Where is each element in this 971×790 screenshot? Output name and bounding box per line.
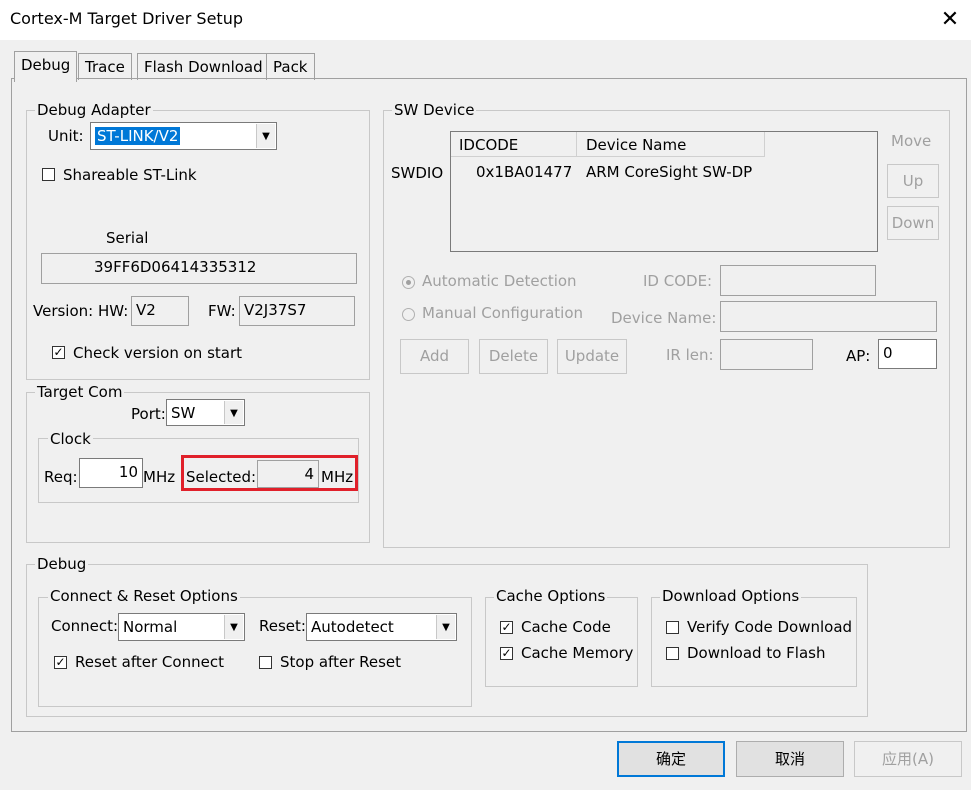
- ok-button[interactable]: 确定: [617, 741, 725, 777]
- debug-section-legend: Debug: [35, 555, 89, 573]
- serial-value: 39FF6D06414335312: [94, 258, 257, 276]
- sw-device-legend: SW Device: [392, 101, 477, 119]
- cache-memory-label: Cache Memory: [521, 644, 634, 662]
- row-device-name: ARM CoreSight SW-DP: [586, 163, 753, 181]
- clock-legend: Clock: [48, 430, 93, 448]
- manual-config-radio[interactable]: [402, 308, 415, 321]
- apply-button[interactable]: 应用(A): [854, 741, 962, 777]
- ir-len-input[interactable]: [720, 339, 813, 370]
- req-value: 10: [118, 463, 138, 481]
- verify-download-checkbox[interactable]: [666, 621, 679, 634]
- req-input[interactable]: 10: [79, 458, 143, 488]
- ap-label: AP:: [846, 347, 871, 365]
- unit-value: ST-LINK/V2: [95, 127, 181, 145]
- update-button[interactable]: Update: [557, 339, 627, 374]
- window-title: Cortex-M Target Driver Setup: [10, 9, 243, 28]
- connect-select[interactable]: Normal ▼: [118, 613, 245, 641]
- selected-unit: MHz: [321, 468, 354, 486]
- col-header-idcode[interactable]: IDCODE: [451, 132, 577, 157]
- chevron-down-icon: ▼: [224, 615, 243, 639]
- tab-trace[interactable]: Trace: [78, 53, 132, 80]
- table-row[interactable]: 0x1BA01477 ARM CoreSight SW-DP: [451, 160, 877, 184]
- version-hw-field: V2: [131, 296, 189, 326]
- verify-download-label: Verify Code Download: [687, 618, 853, 636]
- auto-detect-radio[interactable]: [402, 276, 415, 289]
- req-label: Req:: [44, 468, 78, 486]
- close-icon[interactable]: ✕: [936, 6, 964, 34]
- col-header-device-name[interactable]: Device Name: [577, 132, 765, 157]
- stop-after-reset-checkbox[interactable]: [259, 656, 272, 669]
- shareable-checkbox[interactable]: [42, 168, 55, 181]
- port-select[interactable]: SW ▼: [166, 399, 245, 426]
- fw-value: V2J37S7: [244, 301, 307, 319]
- connect-label: Connect:: [51, 617, 119, 635]
- ap-value: 0: [883, 344, 893, 362]
- check-version-checkbox[interactable]: ✓: [52, 346, 65, 359]
- tab-flash-download[interactable]: Flash Download: [137, 53, 270, 80]
- add-button[interactable]: Add: [400, 339, 469, 374]
- swdio-label: SWDIO: [391, 164, 444, 182]
- fw-label: FW:: [208, 302, 236, 320]
- serial-field: 39FF6D06414335312: [41, 253, 357, 284]
- tab-debug[interactable]: Debug: [14, 51, 78, 82]
- unit-select[interactable]: ST-LINK/V2 ▼: [90, 122, 277, 150]
- chevron-down-icon: ▼: [436, 615, 455, 639]
- version-hw-value: V2: [136, 301, 156, 319]
- connect-value: Normal: [123, 618, 178, 636]
- selected-label: Selected:: [186, 468, 257, 486]
- connect-reset-legend: Connect & Reset Options: [48, 587, 240, 605]
- device-name-input[interactable]: [720, 301, 937, 332]
- serial-label: Serial: [106, 229, 149, 247]
- up-button[interactable]: Up: [887, 164, 939, 198]
- port-label: Port:: [131, 405, 166, 423]
- selected-field: 4: [257, 460, 319, 488]
- tab-pack[interactable]: Pack: [266, 53, 315, 80]
- target-com-legend: Target Com: [35, 383, 125, 401]
- row-idcode: 0x1BA01477: [476, 163, 573, 181]
- download-options-legend: Download Options: [660, 587, 802, 605]
- cache-options-group: [485, 597, 638, 687]
- debug-adapter-legend: Debug Adapter: [35, 101, 153, 119]
- download-flash-label: Download to Flash: [687, 644, 826, 662]
- reset-value: Autodetect: [311, 618, 394, 636]
- manual-config-label: Manual Configuration: [422, 304, 584, 322]
- download-flash-checkbox[interactable]: [666, 647, 679, 660]
- cache-options-legend: Cache Options: [494, 587, 608, 605]
- cache-memory-checkbox[interactable]: ✓: [500, 647, 513, 660]
- ir-len-label: IR len:: [666, 346, 714, 364]
- chevron-down-icon: ▼: [224, 401, 243, 424]
- ap-input[interactable]: 0: [878, 339, 937, 369]
- down-button[interactable]: Down: [887, 206, 939, 240]
- reset-select[interactable]: Autodetect ▼: [306, 613, 457, 641]
- shareable-label: Shareable ST-Link: [63, 166, 197, 184]
- id-code-label: ID CODE:: [643, 272, 713, 290]
- delete-button[interactable]: Delete: [479, 339, 548, 374]
- version-hw-label: Version: HW:: [33, 302, 129, 320]
- port-value: SW: [171, 404, 196, 422]
- reset-label: Reset:: [259, 617, 306, 635]
- cache-code-checkbox[interactable]: ✓: [500, 621, 513, 634]
- reset-after-connect-label: Reset after Connect: [75, 653, 224, 671]
- stop-after-reset-label: Stop after Reset: [280, 653, 402, 671]
- unit-label: Unit:: [48, 127, 84, 145]
- device-name-label: Device Name:: [611, 309, 717, 327]
- sw-device-table: IDCODE Device Name 0x1BA01477 ARM CoreSi…: [450, 131, 878, 252]
- move-label: Move: [891, 132, 932, 150]
- selected-value: 4: [304, 465, 314, 483]
- cache-code-label: Cache Code: [521, 618, 611, 636]
- chevron-down-icon: ▼: [256, 124, 275, 148]
- reset-after-connect-checkbox[interactable]: ✓: [54, 656, 67, 669]
- debug-adapter-group: [26, 110, 370, 380]
- req-unit: MHz: [143, 468, 176, 486]
- fw-field: V2J37S7: [239, 296, 355, 326]
- id-code-input[interactable]: [720, 265, 876, 296]
- download-options-group: [651, 597, 857, 687]
- auto-detect-label: Automatic Detection: [422, 272, 577, 290]
- check-version-label: Check version on start: [73, 344, 243, 362]
- cancel-button[interactable]: 取消: [736, 741, 844, 777]
